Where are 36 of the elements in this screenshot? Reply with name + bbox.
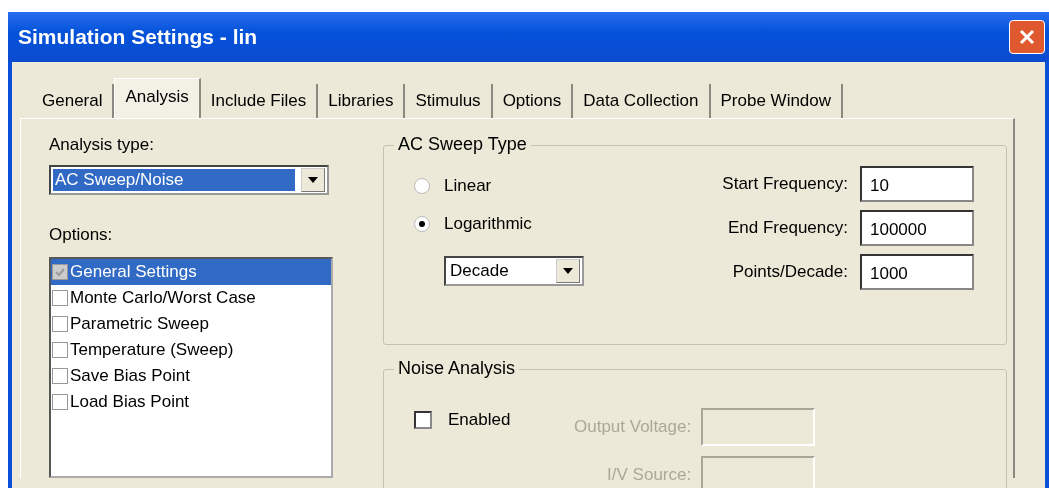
field-label: Options:: [49, 225, 114, 245]
radio-label[interactable]: Logarithmic: [444, 214, 532, 234]
checkbox[interactable]: [52, 368, 68, 384]
field-label: Analysis type:: [49, 135, 155, 155]
field-label: Output Voltage:: [574, 417, 692, 437]
checkbox-label[interactable]: Enabled: [448, 410, 511, 430]
checkbox[interactable]: [52, 394, 68, 410]
radio-button[interactable]: [414, 178, 430, 194]
group-title: AC Sweep Type: [394, 134, 531, 155]
input-field[interactable]: 10: [860, 166, 974, 202]
scale-dropdown[interactable]: Decade: [444, 256, 584, 286]
close-button[interactable]: [1009, 20, 1045, 54]
input-field[interactable]: 1000: [860, 254, 974, 290]
group-title: Noise Analysis: [394, 358, 520, 379]
window-title: Simulation Settings - lin: [18, 25, 258, 49]
list-item[interactable]: Parametric Sweep: [51, 311, 331, 337]
field-label: End Frequency:: [728, 218, 848, 238]
input-field[interactable]: [701, 408, 816, 446]
input-field[interactable]: 100000: [860, 210, 974, 246]
input-field[interactable]: [701, 456, 816, 488]
checkbox[interactable]: [52, 316, 68, 332]
field-label: Points/Decade:: [732, 262, 848, 282]
radio-button[interactable]: [414, 216, 430, 232]
checkbox[interactable]: [52, 290, 68, 306]
analysis-type-dropdown[interactable]: AC Sweep/Noise: [49, 165, 329, 195]
field-label: I/V Source:: [607, 465, 692, 485]
checkbox[interactable]: [414, 411, 432, 429]
list-item[interactable]: Monte Carlo/Worst Case: [51, 285, 331, 311]
close-icon: [1018, 28, 1036, 46]
list-item[interactable]: Load Bias Point: [51, 389, 331, 415]
radio-label[interactable]: Linear: [444, 176, 492, 196]
list-item[interactable]: Temperature (Sweep): [51, 337, 331, 363]
checkbox[interactable]: [52, 342, 68, 358]
list-item[interactable]: Save Bias Point: [51, 363, 331, 389]
tab[interactable]: Analysis: [114, 78, 201, 118]
field-label: Start Frequency:: [722, 174, 848, 194]
